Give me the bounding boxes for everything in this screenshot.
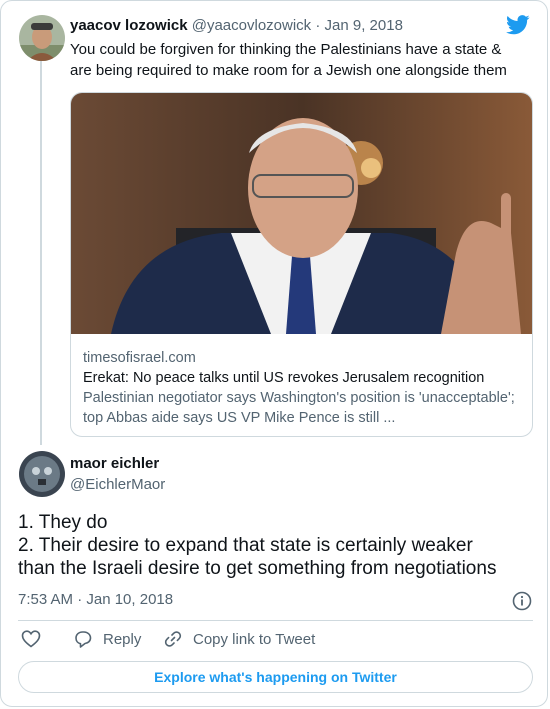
reply-tweet-text: 1. They do 2. Their desire to expand tha… [18, 511, 538, 580]
twitter-bird-icon[interactable] [506, 15, 530, 35]
reply-text-line: than the Israeli desire to get something… [18, 558, 497, 579]
avatar[interactable] [19, 451, 65, 497]
link-icon [164, 631, 182, 647]
link-preview-image [71, 93, 532, 334]
thread-line [40, 61, 42, 445]
author-handle[interactable]: @EichlerMaor [70, 476, 165, 493]
like-button[interactable] [21, 629, 41, 649]
info-icon[interactable] [512, 591, 532, 611]
link-title: Erekat: No peace talks until US revokes … [83, 370, 485, 386]
copy-link-button[interactable]: Copy link to Tweet [163, 629, 315, 649]
reply-text-line: 1. They do [18, 512, 108, 533]
reply-text-line: 2. Their desire to expand that state is … [18, 535, 473, 556]
divider [18, 620, 533, 621]
reply-label: Reply [103, 630, 142, 648]
author-handle[interactable]: @yaacovlozowick [192, 17, 311, 34]
header-separator: · [315, 17, 321, 34]
parent-tweet-header: yaacov lozowick @yaacovlozowick · Jan 9,… [70, 17, 403, 34]
avatar[interactable] [19, 15, 65, 61]
reply-button[interactable]: Reply [73, 629, 141, 649]
reply-icon [75, 631, 92, 648]
tweet-date[interactable]: Jan 9, 2018 [325, 17, 403, 34]
parent-tweet-text: You could be forgiven for thinking the P… [70, 41, 507, 79]
author-name[interactable]: maor eichler [70, 455, 159, 472]
link-preview-card[interactable]: timesofisrael.com Erekat: No peace talks… [70, 92, 533, 437]
tweet-timestamp[interactable]: 7:53 AM · Jan 10, 2018 [18, 591, 173, 608]
embedded-tweet-card: yaacov lozowick @yaacovlozowick · Jan 9,… [0, 0, 548, 707]
copy-link-label: Copy link to Tweet [193, 630, 316, 648]
link-description: Palestinian negotiator says Washington's… [83, 390, 515, 426]
link-domain: timesofisrael.com [83, 350, 196, 366]
heart-icon [21, 630, 41, 648]
link-preview-meta: timesofisrael.com Erekat: No peace talks… [83, 348, 523, 428]
author-name[interactable]: yaacov lozowick [70, 17, 188, 34]
explore-twitter-button[interactable]: Explore what's happening on Twitter [18, 661, 533, 693]
